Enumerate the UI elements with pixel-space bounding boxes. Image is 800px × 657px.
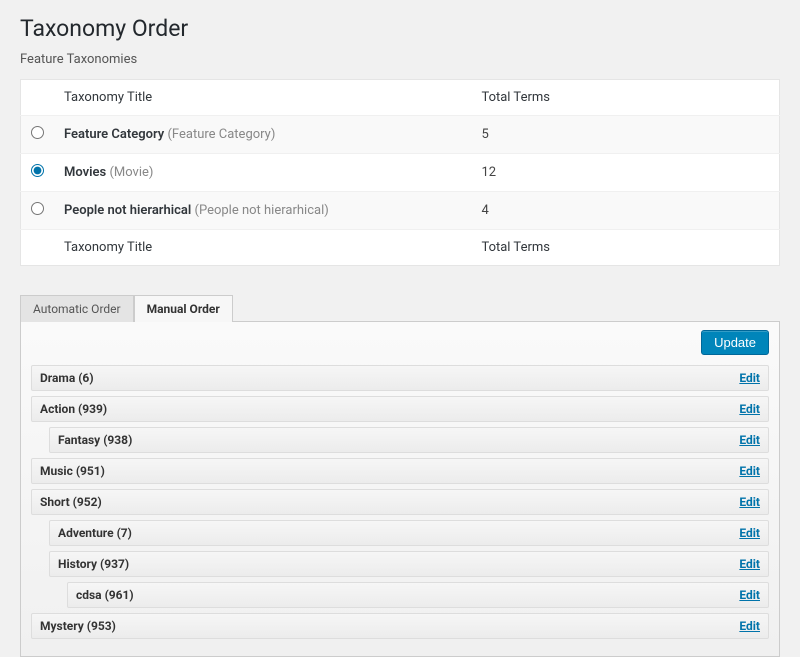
term-label: Fantasy (938) bbox=[58, 433, 132, 447]
table-row: Movies (Movie)12 bbox=[21, 154, 780, 192]
taxonomy-table-body: Feature Category (Feature Category)5Movi… bbox=[21, 116, 780, 230]
update-button[interactable]: Update bbox=[701, 330, 769, 355]
edit-link[interactable]: Edit bbox=[739, 495, 760, 509]
term-row[interactable]: Adventure (7) Edit bbox=[49, 520, 769, 546]
term-count: (951) bbox=[76, 464, 105, 478]
taxonomy-slug: (Feature Category) bbox=[167, 127, 275, 142]
edit-link[interactable]: Edit bbox=[739, 619, 760, 633]
terms-list: Drama (6)EditAction (939)EditFantasy (93… bbox=[21, 365, 779, 639]
taxonomy-count-cell: 5 bbox=[471, 116, 779, 154]
term-name: Fantasy bbox=[58, 433, 103, 447]
term-row[interactable]: History (937) Edit bbox=[49, 551, 769, 577]
term-row[interactable]: Drama (6) Edit bbox=[31, 365, 769, 391]
tabs-row: Automatic Order Manual Order bbox=[20, 294, 780, 322]
term-row[interactable]: Action (939) Edit bbox=[31, 396, 769, 422]
term-label: Drama (6) bbox=[40, 371, 94, 385]
taxonomy-radio[interactable] bbox=[31, 126, 44, 139]
table-header-radio bbox=[21, 80, 55, 116]
term-label: History (937) bbox=[58, 557, 129, 571]
edit-link[interactable]: Edit bbox=[739, 557, 760, 571]
term-name: Music bbox=[40, 464, 76, 478]
term-count: (952) bbox=[73, 495, 102, 509]
term-count: (939) bbox=[78, 402, 107, 416]
table-footer-radio bbox=[21, 230, 55, 266]
term-row[interactable]: Music (951) Edit bbox=[31, 458, 769, 484]
term-count: (6) bbox=[78, 371, 93, 385]
edit-link[interactable]: Edit bbox=[739, 588, 760, 602]
term-label: Action (939) bbox=[40, 402, 107, 416]
taxonomy-title-cell: Feature Category (Feature Category) bbox=[54, 116, 471, 154]
term-count: (961) bbox=[105, 588, 134, 602]
panel-toolbar: Update bbox=[21, 322, 779, 365]
table-header-title: Taxonomy Title bbox=[54, 80, 471, 116]
table-row: People not hierarhical (People not hiera… bbox=[21, 192, 780, 230]
term-label: Mystery (953) bbox=[40, 619, 116, 633]
term-label: Music (951) bbox=[40, 464, 105, 478]
table-footer-terms: Total Terms bbox=[471, 230, 779, 266]
term-name: cdsa bbox=[76, 588, 105, 602]
page-title: Taxonomy Order bbox=[20, 15, 780, 42]
edit-link[interactable]: Edit bbox=[739, 526, 760, 540]
term-count: (938) bbox=[103, 433, 132, 447]
term-name: Adventure bbox=[58, 526, 117, 540]
radio-cell bbox=[21, 192, 55, 230]
taxonomy-table: Taxonomy Title Total Terms Feature Categ… bbox=[20, 79, 780, 266]
order-panel: Update Drama (6)EditAction (939)EditFant… bbox=[20, 322, 780, 657]
taxonomy-radio[interactable] bbox=[31, 202, 44, 215]
taxonomy-title-cell: Movies (Movie) bbox=[54, 154, 471, 192]
taxonomy-name: People not hierarhical bbox=[64, 203, 195, 218]
table-row: Feature Category (Feature Category)5 bbox=[21, 116, 780, 154]
edit-link[interactable]: Edit bbox=[739, 464, 760, 478]
taxonomy-name: Feature Category bbox=[64, 127, 167, 142]
edit-link[interactable]: Edit bbox=[739, 402, 760, 416]
term-row[interactable]: cdsa (961) Edit bbox=[67, 582, 769, 608]
term-row[interactable]: Fantasy (938) Edit bbox=[49, 427, 769, 453]
term-label: cdsa (961) bbox=[76, 588, 134, 602]
edit-link[interactable]: Edit bbox=[739, 433, 760, 447]
table-header-terms: Total Terms bbox=[471, 80, 779, 116]
taxonomy-slug: (People not hierarhical) bbox=[195, 203, 329, 218]
term-name: Drama bbox=[40, 371, 78, 385]
table-footer-title: Taxonomy Title bbox=[54, 230, 471, 266]
term-name: Short bbox=[40, 495, 73, 509]
term-count: (7) bbox=[117, 526, 132, 540]
taxonomy-count-cell: 12 bbox=[471, 154, 779, 192]
term-name: Action bbox=[40, 402, 78, 416]
taxonomy-title-cell: People not hierarhical (People not hiera… bbox=[54, 192, 471, 230]
term-label: Short (952) bbox=[40, 495, 102, 509]
term-label: Adventure (7) bbox=[58, 526, 132, 540]
term-row[interactable]: Short (952) Edit bbox=[31, 489, 769, 515]
tab-automatic-order[interactable]: Automatic Order bbox=[20, 295, 134, 322]
term-name: Mystery bbox=[40, 619, 87, 633]
taxonomy-slug: (Movie) bbox=[109, 165, 153, 180]
tab-manual-order[interactable]: Manual Order bbox=[134, 295, 233, 322]
term-count: (953) bbox=[87, 619, 116, 633]
page-subheading: Feature Taxonomies bbox=[20, 52, 780, 67]
term-count: (937) bbox=[100, 557, 129, 571]
term-row[interactable]: Mystery (953) Edit bbox=[31, 613, 769, 639]
taxonomy-name: Movies bbox=[64, 165, 109, 180]
radio-cell bbox=[21, 116, 55, 154]
radio-cell bbox=[21, 154, 55, 192]
edit-link[interactable]: Edit bbox=[739, 371, 760, 385]
term-name: History bbox=[58, 557, 100, 571]
taxonomy-radio[interactable] bbox=[31, 164, 44, 177]
taxonomy-count-cell: 4 bbox=[471, 192, 779, 230]
